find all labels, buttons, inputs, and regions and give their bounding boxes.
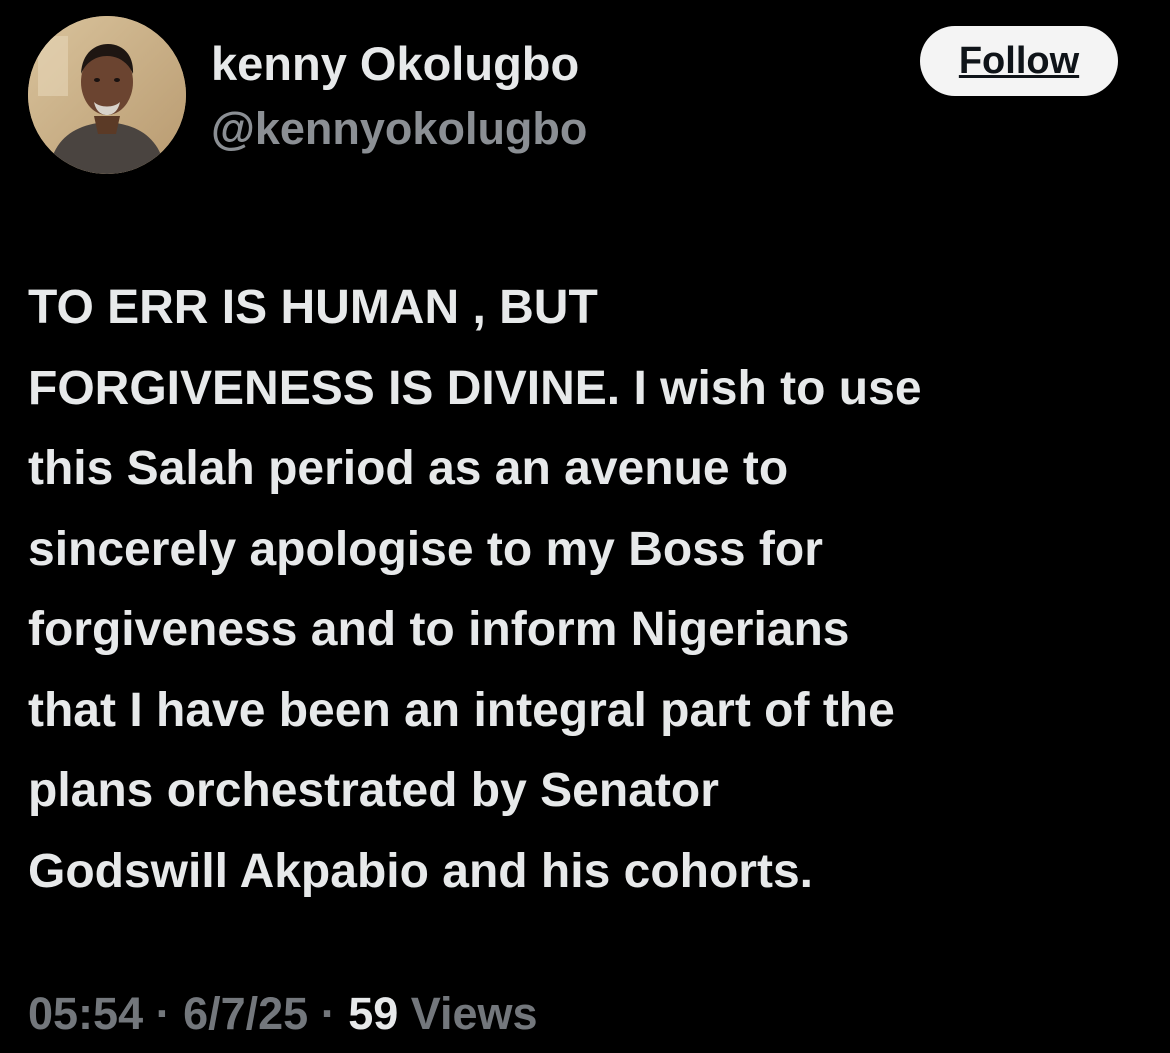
display-name[interactable]: kenny Okolugbo — [211, 36, 579, 92]
tweet-date[interactable]: 6/7/25 — [183, 988, 308, 1039]
tweet-meta: 05:54 · 6/7/25 · 59 Views — [28, 984, 538, 1044]
follow-button[interactable]: Follow — [920, 26, 1118, 96]
avatar-photo — [28, 16, 186, 174]
tweet-time[interactable]: 05:54 — [28, 988, 143, 1039]
avatar[interactable] — [28, 16, 186, 174]
meta-separator: · — [143, 988, 184, 1039]
views-label: Views — [398, 988, 538, 1039]
meta-separator: · — [308, 988, 349, 1039]
tweet-text: TO ERR IS HUMAN , BUT FORGIVENESS IS DIV… — [28, 281, 922, 898]
views-count: 59 — [348, 988, 399, 1039]
user-handle[interactable]: @kennyokolugbo — [211, 102, 587, 156]
